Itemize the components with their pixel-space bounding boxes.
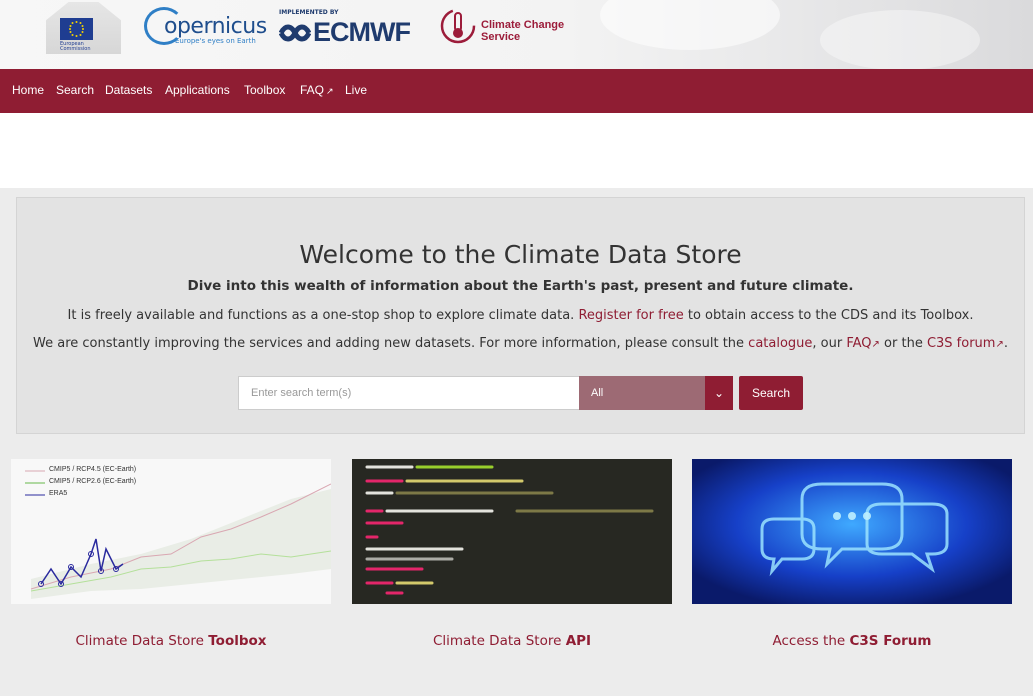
main-nav: Home Search Datasets Applications Toolbo… bbox=[0, 69, 1033, 113]
cloud-decoration bbox=[820, 10, 980, 69]
page-title: Welcome to the Climate Data Store bbox=[299, 240, 742, 269]
banner-space bbox=[0, 113, 1033, 188]
intro-text: . bbox=[1003, 336, 1008, 351]
c3s-line2: Service bbox=[481, 31, 521, 43]
copernicus-tagline: Europe's eyes on Earth bbox=[175, 37, 256, 45]
api-code-image bbox=[352, 459, 672, 604]
intro-text: , our bbox=[812, 336, 847, 351]
intro-text: We are constantly improving the services… bbox=[33, 336, 749, 351]
thermometer-globe-icon bbox=[440, 8, 476, 44]
nav-live[interactable]: Live bbox=[345, 83, 367, 97]
ecmwf-wave-icon bbox=[279, 24, 311, 42]
nav-datasets[interactable]: Datasets bbox=[105, 83, 152, 97]
logo-bar: European Commission opernicus Europe's e… bbox=[0, 0, 1033, 69]
nav-applications[interactable]: Applications bbox=[165, 83, 230, 97]
intro-text: to obtain access to the CDS and its Tool… bbox=[683, 308, 974, 323]
c3s-logo[interactable]: Climate Change Service bbox=[439, 5, 574, 45]
external-link-icon: ↗ bbox=[871, 339, 880, 350]
intro-text: or the bbox=[879, 336, 927, 351]
chevron-down-icon[interactable]: ⌄ bbox=[705, 376, 733, 410]
ecmwf-implemented-by: IMPLEMENTED BY bbox=[279, 9, 339, 16]
search-button[interactable]: Search bbox=[739, 376, 803, 410]
card-label-bold: Toolbox bbox=[208, 633, 267, 649]
chart-legend-item: ERA5 bbox=[49, 490, 68, 497]
ecmwf-name: ECMWF bbox=[313, 17, 411, 47]
c3s-line1: Climate Change bbox=[481, 19, 565, 31]
card-label-bold: C3S Forum bbox=[849, 633, 932, 649]
nav-search[interactable]: Search bbox=[56, 83, 94, 97]
nav-home[interactable]: Home bbox=[12, 83, 44, 97]
forum-card-label: Access the C3S Forum bbox=[692, 633, 1012, 649]
nav-faq-label: FAQ bbox=[300, 83, 325, 97]
cloud-decoration bbox=[600, 0, 780, 50]
card-label-bold: API bbox=[565, 633, 592, 649]
chart-legend-item: CMIP5 / RCP4.5 (EC-Earth) bbox=[49, 466, 137, 473]
eu-logo[interactable]: European Commission bbox=[46, 2, 121, 54]
search-input[interactable]: Enter search term(s) bbox=[238, 376, 580, 410]
chart-legend-item: CMIP5 / RCP2.6 (EC-Earth) bbox=[49, 478, 137, 485]
external-link-icon: ↗ bbox=[326, 86, 334, 96]
catalogue-link[interactable]: catalogue bbox=[748, 336, 812, 351]
faq-link-label: FAQ bbox=[846, 336, 872, 351]
copernicus-name: opernicus bbox=[164, 14, 267, 39]
nav-faq[interactable]: FAQ ↗ bbox=[300, 83, 334, 97]
c3s-forum-link[interactable]: C3S forum↗ bbox=[927, 336, 1004, 351]
forum-card[interactable]: Access the C3S Forum bbox=[692, 459, 1012, 688]
c3s-forum-link-label: C3S forum bbox=[926, 336, 996, 351]
page-subtitle: Dive into this wealth of information abo… bbox=[187, 278, 854, 294]
intro-line-2: We are constantly improving the services… bbox=[17, 336, 1024, 351]
card-label-text: Climate Data Store bbox=[432, 633, 566, 649]
nav-toolbox[interactable]: Toolbox bbox=[244, 83, 285, 97]
eu-text: European Commission bbox=[60, 41, 91, 52]
intro-text: It is freely available and functions as … bbox=[67, 308, 579, 323]
external-link-icon: ↗ bbox=[995, 339, 1004, 350]
api-card[interactable]: Climate Data Store API bbox=[352, 459, 672, 688]
toolbox-card[interactable]: CMIP5 / RCP4.5 (EC-Earth) CMIP5 / RCP2.6… bbox=[11, 459, 331, 688]
copernicus-logo[interactable]: opernicus Europe's eyes on Earth bbox=[144, 6, 267, 50]
forum-chat-image bbox=[692, 459, 1012, 604]
card-label-text: Climate Data Store bbox=[75, 633, 209, 649]
toolbox-card-label: Climate Data Store Toolbox bbox=[11, 633, 331, 649]
dataset-filter-select[interactable]: All bbox=[579, 376, 706, 410]
register-link[interactable]: Register for free bbox=[578, 308, 683, 323]
toolbox-chart-image: CMIP5 / RCP4.5 (EC-Earth) CMIP5 / RCP2.6… bbox=[11, 459, 331, 604]
card-label-text: Access the bbox=[772, 633, 850, 649]
faq-link[interactable]: FAQ↗ bbox=[846, 336, 880, 351]
ecmwf-logo[interactable]: IMPLEMENTED BY ECMWF bbox=[279, 9, 424, 49]
intro-line-1: It is freely available and functions as … bbox=[17, 308, 1024, 323]
api-card-label: Climate Data Store API bbox=[352, 633, 672, 649]
eu-flag-icon bbox=[60, 18, 93, 40]
